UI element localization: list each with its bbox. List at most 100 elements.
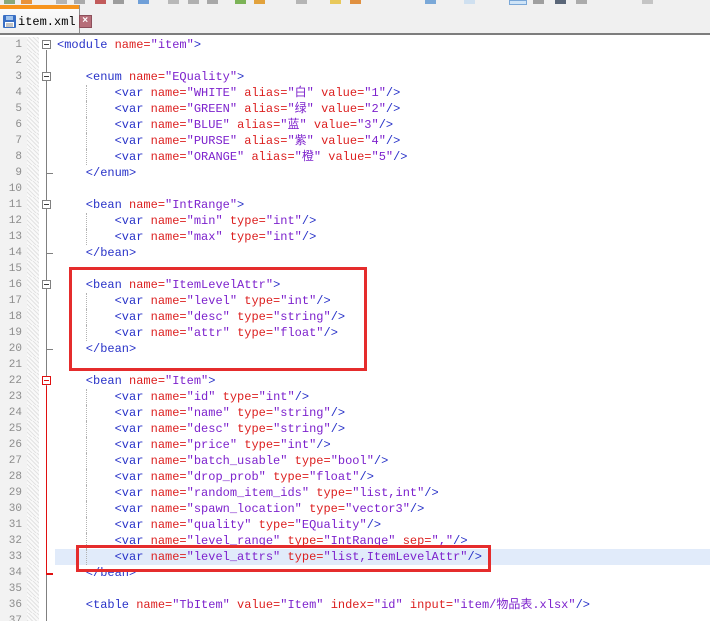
code-line[interactable]: 30 <var name="spawn_location" type="vect…: [0, 501, 710, 517]
line-number: 23: [0, 389, 27, 405]
paste-icon[interactable]: [207, 0, 218, 4]
zoom-in-icon[interactable]: [425, 0, 436, 4]
close-file-icon[interactable]: [95, 0, 106, 4]
code-line[interactable]: 9 </enum>: [0, 165, 710, 181]
tab-item-xml[interactable]: item.xml ×: [0, 5, 80, 33]
fold-toggle-icon[interactable]: [42, 72, 51, 81]
replace-icon[interactable]: [330, 0, 341, 4]
bookmark-margin: [27, 117, 39, 133]
line-number: 33: [0, 549, 27, 565]
code-line[interactable]: 21: [0, 357, 710, 373]
fold-margin: [39, 197, 55, 213]
fold-margin: [39, 293, 55, 309]
indent-guide: [86, 213, 87, 229]
code-text: <bean name="Item">: [55, 373, 710, 389]
code-line[interactable]: 7 <var name="PURSE" alias="紫" value="4"/…: [0, 133, 710, 149]
code-line[interactable]: 24 <var name="name" type="string"/>: [0, 405, 710, 421]
line-number: 1: [0, 37, 27, 53]
save-icon[interactable]: [56, 0, 67, 4]
fold-margin: [39, 277, 55, 293]
fold-toggle-icon[interactable]: [42, 40, 51, 49]
code-line[interactable]: 27 <var name="batch_usable" type="bool"/…: [0, 453, 710, 469]
word-wrap-icon[interactable]: [509, 0, 527, 5]
code-line[interactable]: 25 <var name="desc" type="string"/>: [0, 421, 710, 437]
copy-icon[interactable]: [188, 0, 199, 4]
code-line[interactable]: 1<module name="item">: [0, 37, 710, 53]
bookmark-margin: [27, 165, 39, 181]
line-number: 29: [0, 485, 27, 501]
line-number: 20: [0, 341, 27, 357]
close-all-icon[interactable]: [113, 0, 124, 4]
code-text: [55, 613, 710, 621]
bookmark-margin: [27, 517, 39, 533]
code-line[interactable]: 2: [0, 53, 710, 69]
code-text: <var name="spawn_location" type="vector3…: [55, 501, 710, 517]
line-number: 4: [0, 85, 27, 101]
fold-toggle-icon[interactable]: [42, 280, 51, 289]
code-line[interactable]: 32 <var name="level_range" type="IntRang…: [0, 533, 710, 549]
code-line[interactable]: 35: [0, 581, 710, 597]
code-line[interactable]: 11 <bean name="IntRange">: [0, 197, 710, 213]
bookmark-margin: [27, 229, 39, 245]
line-number: 19: [0, 325, 27, 341]
fold-margin: [39, 325, 55, 341]
code-line[interactable]: 10: [0, 181, 710, 197]
code-line[interactable]: 17 <var name="level" type="int"/>: [0, 293, 710, 309]
print-icon[interactable]: [138, 0, 149, 4]
undo-icon[interactable]: [235, 0, 246, 4]
doc-map-icon[interactable]: [576, 0, 587, 4]
fold-toggle-icon[interactable]: [42, 376, 51, 385]
bookmark-margin: [27, 325, 39, 341]
code-line[interactable]: 23 <var name="id" type="int"/>: [0, 389, 710, 405]
code-line[interactable]: 34 </bean>: [0, 565, 710, 581]
fold-margin: [39, 533, 55, 549]
fold-toggle-icon[interactable]: [42, 200, 51, 209]
redo-icon[interactable]: [254, 0, 265, 4]
code-line[interactable]: 12 <var name="min" type="int"/>: [0, 213, 710, 229]
code-line[interactable]: 26 <var name="price" type="int"/>: [0, 437, 710, 453]
show-symbols-icon[interactable]: [533, 0, 544, 4]
line-number: 14: [0, 245, 27, 261]
code-line[interactable]: 28 <var name="drop_prob" type="float"/>: [0, 469, 710, 485]
find-in-files-icon[interactable]: [350, 0, 361, 4]
zoom-out-icon[interactable]: [464, 0, 475, 4]
editor[interactable]: 1<module name="item">23 <enum name="EQua…: [0, 35, 710, 621]
code-line[interactable]: 15: [0, 261, 710, 277]
fold-margin: [39, 565, 55, 581]
code-line[interactable]: 18 <var name="desc" type="string"/>: [0, 309, 710, 325]
code-line[interactable]: 3 <enum name="EQuality">: [0, 69, 710, 85]
code-line[interactable]: 33 <var name="level_attrs" type="list,It…: [0, 549, 710, 565]
code-line[interactable]: 20 </bean>: [0, 341, 710, 357]
code-line[interactable]: 37: [0, 613, 710, 621]
bookmark-margin: [27, 261, 39, 277]
cut-icon[interactable]: [168, 0, 179, 4]
code-line[interactable]: 14 </bean>: [0, 245, 710, 261]
macro-icon[interactable]: [642, 0, 653, 4]
find-icon[interactable]: [296, 0, 307, 4]
open-folder-icon[interactable]: [21, 0, 32, 4]
bookmark-margin: [27, 373, 39, 389]
code-line[interactable]: 22 <bean name="Item">: [0, 373, 710, 389]
code-line[interactable]: 6 <var name="BLUE" alias="蓝" value="3"/>: [0, 117, 710, 133]
code-text: <bean name="ItemLevelAttr">: [55, 277, 710, 293]
line-number: 21: [0, 357, 27, 373]
code-text: <enum name="EQuality">: [55, 69, 710, 85]
code-line[interactable]: 8 <var name="ORANGE" alias="橙" value="5"…: [0, 149, 710, 165]
indent-guide-icon[interactable]: [555, 0, 566, 4]
code-line[interactable]: 31 <var name="quality" type="EQuality"/>: [0, 517, 710, 533]
bookmark-margin: [27, 453, 39, 469]
bookmark-margin: [27, 549, 39, 565]
tab-close-icon[interactable]: ×: [79, 15, 92, 28]
bookmark-margin: [27, 533, 39, 549]
code-line[interactable]: 16 <bean name="ItemLevelAttr">: [0, 277, 710, 293]
bookmark-margin: [27, 309, 39, 325]
code-line[interactable]: 13 <var name="max" type="int"/>: [0, 229, 710, 245]
code-line[interactable]: 4 <var name="WHITE" alias="白" value="1"/…: [0, 85, 710, 101]
code-line[interactable]: 19 <var name="attr" type="float"/>: [0, 325, 710, 341]
code-line[interactable]: 5 <var name="GREEN" alias="绿" value="2"/…: [0, 101, 710, 117]
save-all-icon[interactable]: [74, 0, 85, 4]
code-line[interactable]: 29 <var name="random_item_ids" type="lis…: [0, 485, 710, 501]
new-file-icon[interactable]: [4, 0, 15, 4]
code-line[interactable]: 36 <table name="TbItem" value="Item" ind…: [0, 597, 710, 613]
code-text: <var name="quality" type="EQuality"/>: [55, 517, 710, 533]
